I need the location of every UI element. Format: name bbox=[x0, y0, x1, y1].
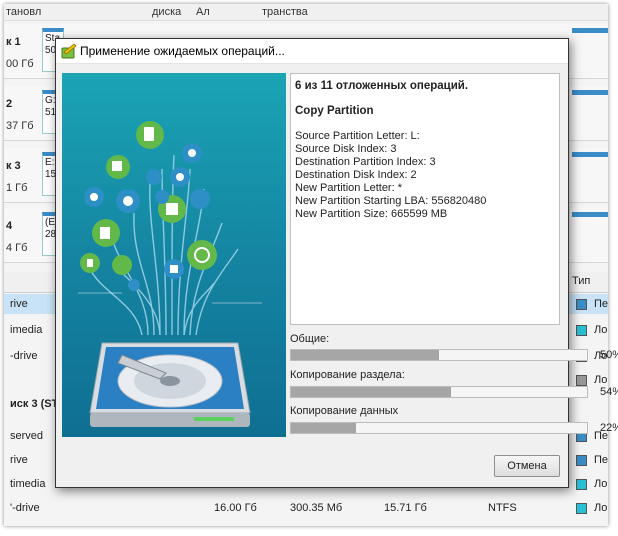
row-used: 300.35 Мб bbox=[290, 502, 343, 514]
cancel-button[interactable]: Отмена bbox=[494, 455, 560, 477]
row-name: imedia bbox=[10, 324, 43, 336]
background-menubar: тановл диска Ал транства bbox=[4, 4, 608, 21]
detail-line: New Partition Size: 665599 MB bbox=[295, 208, 448, 220]
progress-percent-data: 22% bbox=[599, 422, 618, 434]
operation-status: 6 из 11 отложенных операций. bbox=[295, 80, 469, 92]
partition-bar bbox=[572, 152, 608, 157]
menu-item[interactable]: транства bbox=[262, 4, 308, 20]
row-free: 15.71 Гб bbox=[384, 502, 427, 514]
menu-item[interactable]: диска bbox=[152, 4, 181, 20]
row-name: -drive bbox=[10, 350, 38, 362]
row-type: Ло bbox=[594, 502, 608, 514]
detail-line: New Partition Starting LBA: 556820480 bbox=[295, 195, 487, 207]
row-name: timedia bbox=[10, 478, 46, 490]
row-capacity: 16.00 Гб bbox=[214, 502, 257, 514]
partition-bar bbox=[572, 212, 608, 217]
menu-item[interactable]: тановл bbox=[6, 4, 41, 20]
hard-drive-illustration bbox=[62, 73, 286, 437]
column-header-type[interactable]: Тип bbox=[572, 275, 590, 287]
row-name: '-drive bbox=[10, 502, 40, 514]
progress-bar-data bbox=[290, 422, 588, 434]
row-type: Ло bbox=[594, 478, 608, 490]
row-type: Пе bbox=[594, 298, 608, 310]
disk-label: к 3 bbox=[6, 160, 21, 172]
dialog-titlebar[interactable]: Применение ожидаемых операций... bbox=[56, 39, 568, 64]
operation-details: 6 из 11 отложенных операций. Copy Partit… bbox=[290, 73, 560, 325]
operation-name: Copy Partition bbox=[295, 105, 374, 117]
row-type: Ло bbox=[594, 324, 608, 336]
partition-bar bbox=[572, 28, 608, 33]
detail-line: Source Partition Letter: L: bbox=[295, 130, 420, 142]
table-row[interactable]: '-drive 16.00 Гб 300.35 Мб 15.71 Гб NTFS… bbox=[4, 498, 608, 518]
detail-line: Source Disk Index: 3 bbox=[295, 143, 397, 155]
detail-line: New Partition Letter: * bbox=[295, 182, 402, 194]
type-swatch bbox=[576, 503, 587, 514]
type-swatch bbox=[576, 455, 587, 466]
type-swatch bbox=[576, 479, 587, 490]
detail-line: Destination Disk Index: 2 bbox=[295, 169, 417, 181]
menu-item[interactable]: Ал bbox=[196, 4, 210, 20]
progress-fill bbox=[291, 423, 357, 433]
row-name: rive bbox=[10, 454, 28, 466]
type-swatch bbox=[576, 299, 587, 310]
row-type: Пе bbox=[594, 454, 608, 466]
progress-fill bbox=[291, 350, 439, 360]
type-swatch bbox=[576, 375, 587, 386]
detail-line: Destination Partition Index: 3 bbox=[295, 156, 436, 168]
progress-label-data: Копирование данных bbox=[290, 405, 399, 417]
progress-percent-partition: 54% bbox=[599, 386, 618, 398]
progress-label-partition: Копирование раздела: bbox=[290, 369, 405, 381]
row-name: served bbox=[10, 430, 44, 442]
app-wizard-icon bbox=[61, 43, 77, 59]
progress-percent-overall: 50% bbox=[599, 349, 618, 361]
type-swatch bbox=[576, 325, 587, 336]
disk-size: 4 Гб bbox=[6, 242, 28, 254]
dialog-title: Применение ожидаемых операций... bbox=[80, 44, 285, 58]
row-name: rive bbox=[10, 298, 28, 310]
disk-group-label: иск 3 (ST bbox=[10, 398, 59, 410]
row-filesystem: NTFS bbox=[488, 502, 517, 514]
disk-size: 1 Гб bbox=[6, 182, 28, 194]
disk-size: 37 Гб bbox=[6, 120, 34, 132]
progress-fill bbox=[291, 387, 451, 397]
partition-bar bbox=[572, 90, 608, 95]
progress-bar-partition bbox=[290, 386, 588, 398]
apply-operations-dialog: Применение ожидаемых операций... 6 из 11… bbox=[55, 38, 618, 488]
disk-label: к 1 bbox=[6, 36, 21, 48]
progress-label-overall: Общие: bbox=[290, 333, 330, 345]
progress-bar-overall bbox=[290, 349, 588, 361]
disk-label: 2 bbox=[6, 98, 13, 110]
disk-label: 4 bbox=[6, 220, 13, 232]
disk-size: 00 Гб bbox=[6, 58, 34, 70]
